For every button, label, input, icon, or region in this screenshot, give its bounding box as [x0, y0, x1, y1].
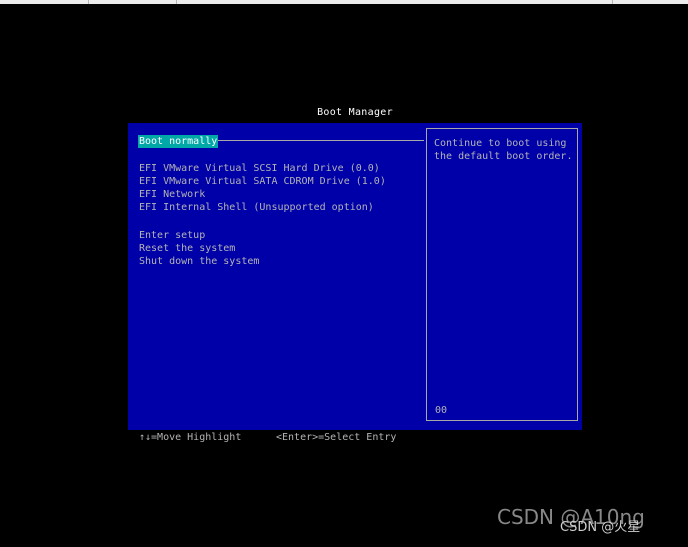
menu-item-scsi-hard-drive[interactable]: EFI VMware Virtual SCSI Hard Drive (0.0)	[138, 162, 381, 175]
move-highlight-hint: ↑↓=Move Highlight	[139, 432, 242, 443]
menu-item-efi-network[interactable]: EFI Network	[138, 188, 206, 201]
help-description: Continue to boot using the default boot …	[434, 138, 573, 162]
select-entry-hint: <Enter>=Select Entry	[276, 432, 397, 443]
menu-item-shut-down[interactable]: Shut down the system	[138, 255, 260, 268]
menu-item-reset-system[interactable]: Reset the system	[138, 242, 236, 255]
boot-manager-title: Boot Manager	[317, 107, 393, 118]
csdn-watermark-small: CSDN @火星	[560, 520, 641, 535]
menu-item-internal-shell[interactable]: EFI Internal Shell (Unsupported option)	[138, 201, 375, 214]
menu-item-sata-cdrom-drive[interactable]: EFI VMware Virtual SATA CDROM Drive (1.0…	[138, 175, 387, 188]
menu-divider-line	[216, 140, 424, 141]
help-code: 00	[435, 405, 448, 416]
menu-item-enter-setup[interactable]: Enter setup	[138, 229, 206, 242]
boot-manager-panel: Boot normally EFI VMware Virtual SCSI Ha…	[128, 123, 582, 430]
help-box: Continue to boot using the default boot …	[426, 128, 578, 421]
menu-item-boot-normally[interactable]: Boot normally	[138, 135, 219, 148]
key-hints-footer: ↑↓=Move Highlight <Enter>=Select Entry	[139, 431, 579, 445]
